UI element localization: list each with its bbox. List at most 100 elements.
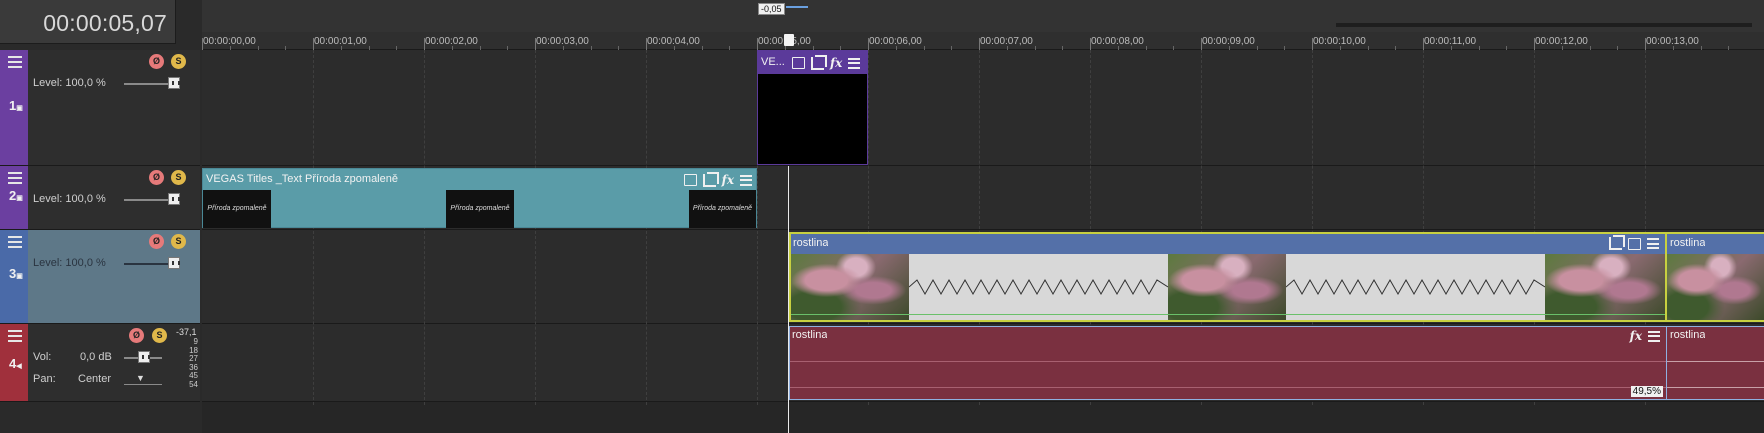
event-title: rostlina bbox=[1670, 237, 1706, 249]
track-number: 3▣ bbox=[9, 266, 23, 281]
event-thumbnail bbox=[1667, 254, 1764, 320]
fx-icon[interactable]: fx bbox=[722, 173, 734, 187]
event-menu-icon[interactable] bbox=[740, 174, 752, 186]
playhead-handle[interactable] bbox=[784, 34, 794, 46]
crop-icon[interactable] bbox=[811, 54, 827, 70]
timecode-display[interactable]: 00:00:05,07 bbox=[43, 10, 167, 37]
track-header-3[interactable]: 3▣ Ø S Level: 100,0 % bbox=[0, 230, 200, 324]
track4-event-b[interactable]: rostlina bbox=[1667, 326, 1764, 400]
ruler-major-tick bbox=[1090, 38, 1091, 50]
loop-zigzag-icon bbox=[908, 278, 1169, 296]
track-header-1[interactable]: 1▣ Ø S Level: 100,0 % bbox=[0, 50, 200, 166]
loop-region-bar[interactable] bbox=[1336, 23, 1752, 27]
event-thumbnail: Příroda zpomaleně bbox=[689, 190, 756, 228]
loop-zigzag-icon bbox=[1285, 278, 1546, 296]
ruler-major-tick bbox=[868, 38, 869, 50]
marker-bar[interactable] bbox=[202, 0, 1764, 32]
level-label: Level: 100,0 % bbox=[33, 257, 106, 269]
level-slider-thumb[interactable] bbox=[168, 257, 180, 269]
track-menu-icon[interactable] bbox=[8, 172, 22, 184]
track-menu-icon[interactable] bbox=[8, 236, 22, 248]
event-icons: fx bbox=[683, 171, 752, 187]
event-loop-fill bbox=[1285, 254, 1546, 320]
ruler-major-tick bbox=[646, 38, 647, 50]
track4-event-a[interactable]: rostlina fx 49,5% bbox=[789, 326, 1667, 400]
event-title: VE... bbox=[761, 56, 785, 68]
event-title: rostlina bbox=[793, 237, 829, 249]
mute-button[interactable]: Ø bbox=[149, 170, 164, 185]
track-header-4[interactable]: 4◀ Ø S -37,1 Vol: 0,0 dB Pan: Center ▼ 9… bbox=[0, 324, 200, 402]
event-thumbnail: Příroda zpomaleně bbox=[203, 190, 271, 228]
level-slider-thumb[interactable] bbox=[168, 77, 180, 89]
event-title: VEGAS Titles _Text Příroda zpomaleně bbox=[206, 173, 398, 185]
pan-label: Pan: bbox=[33, 373, 56, 385]
opacity-envelope[interactable] bbox=[791, 314, 1665, 315]
mute-button[interactable]: Ø bbox=[149, 234, 164, 249]
waveform-channel-2 bbox=[1667, 387, 1764, 388]
event-icons bbox=[1609, 235, 1659, 250]
track3-event-a[interactable]: rostlina bbox=[789, 232, 1667, 322]
event-menu-icon[interactable] bbox=[848, 57, 861, 69]
solo-button[interactable]: S bbox=[152, 328, 167, 343]
level-label: Level: 100,0 % bbox=[33, 77, 106, 89]
vol-slider-thumb[interactable] bbox=[138, 351, 150, 363]
track3-event-b[interactable]: rostlina bbox=[1667, 232, 1764, 322]
vol-value: 0,0 dB bbox=[80, 351, 112, 363]
track1-event[interactable]: VE... fx bbox=[757, 50, 868, 165]
event-title: rostlina bbox=[1670, 329, 1706, 341]
track-menu-icon[interactable] bbox=[8, 56, 22, 68]
event-menu-icon[interactable] bbox=[1647, 238, 1659, 249]
meter-scale: 9 18 27 36 45 54 bbox=[180, 337, 198, 390]
event-fx-box-icon[interactable] bbox=[1628, 237, 1641, 250]
ruler-major-tick bbox=[979, 38, 980, 50]
timeline-empty-area[interactable] bbox=[202, 402, 1764, 433]
track-menu-icon[interactable] bbox=[8, 330, 22, 342]
gain-badge: 49,5% bbox=[1630, 386, 1663, 397]
event-thumbnail: Příroda zpomaleně bbox=[446, 190, 514, 228]
track-header-empty-area bbox=[0, 402, 200, 433]
vol-label: Vol: bbox=[33, 351, 52, 363]
waveform-channel-1 bbox=[790, 361, 1666, 362]
pan-value: Center bbox=[78, 373, 112, 385]
crop-icon[interactable] bbox=[702, 171, 719, 187]
fx-icon[interactable]: fx bbox=[830, 56, 842, 70]
solo-button[interactable]: S bbox=[171, 54, 186, 69]
event-thumbnail bbox=[1545, 254, 1665, 320]
pan-dropdown-icon[interactable]: ▼ bbox=[136, 373, 145, 383]
meter-peak-value: -37,1 bbox=[176, 327, 197, 337]
ruler-major-tick bbox=[1312, 38, 1313, 50]
fx-icon[interactable]: fx bbox=[1630, 329, 1642, 343]
timecode-panel: 00:00:05,07 bbox=[0, 0, 176, 44]
event-menu-icon[interactable] bbox=[1648, 330, 1660, 342]
event-icons: fx bbox=[792, 54, 861, 70]
ruler-major-tick bbox=[424, 38, 425, 50]
ruler-major-tick bbox=[757, 38, 758, 50]
event-header[interactable] bbox=[791, 234, 1665, 254]
event-loop-fill bbox=[908, 254, 1169, 320]
ruler-major-tick bbox=[1423, 38, 1424, 50]
solo-button[interactable]: S bbox=[171, 234, 186, 249]
pan-crop-icon[interactable] bbox=[683, 174, 697, 186]
crop-icon[interactable] bbox=[1609, 235, 1625, 250]
pan-crop-icon[interactable] bbox=[792, 57, 805, 69]
level-slider-thumb[interactable] bbox=[168, 193, 180, 205]
meter-scale-label: 54 bbox=[189, 379, 198, 389]
ruler-major-tick bbox=[1201, 38, 1202, 50]
ruler-major-tick bbox=[1534, 38, 1535, 50]
track2-event[interactable]: VEGAS Titles _Text Příroda zpomaleně fx … bbox=[202, 168, 757, 228]
mute-button[interactable]: Ø bbox=[149, 54, 164, 69]
ruler-major-tick bbox=[535, 38, 536, 50]
track-header-2[interactable]: 2▣ Ø S Level: 100,0 % bbox=[0, 166, 200, 230]
solo-button[interactable]: S bbox=[171, 170, 186, 185]
cursor-offset-badge: -0,05 bbox=[758, 3, 785, 15]
event-thumbnail bbox=[791, 254, 909, 320]
waveform-channel-2 bbox=[790, 387, 1666, 388]
track-lane-1[interactable] bbox=[202, 50, 1764, 166]
level-label: Level: 100,0 % bbox=[33, 193, 106, 205]
ruler-major-tick bbox=[202, 38, 203, 50]
waveform-channel-1 bbox=[1667, 361, 1764, 362]
pan-slider[interactable] bbox=[124, 384, 162, 385]
mute-button[interactable]: Ø bbox=[129, 328, 144, 343]
track-number: 2▣ bbox=[9, 188, 23, 203]
playhead-line[interactable] bbox=[788, 166, 789, 433]
